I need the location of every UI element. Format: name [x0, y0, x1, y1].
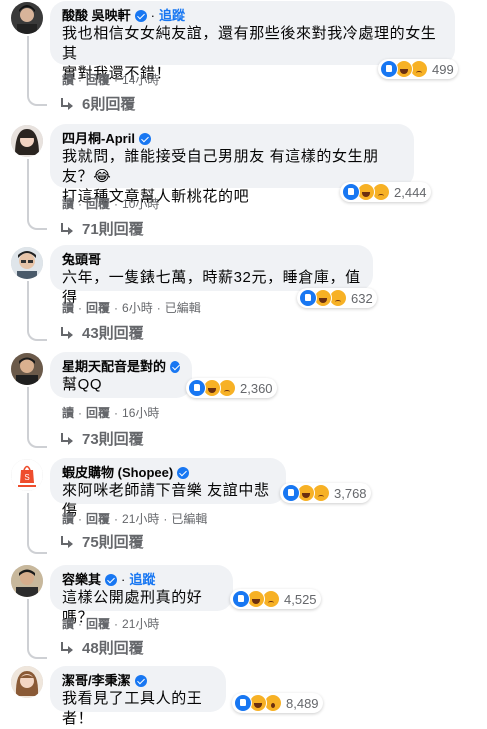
avatar[interactable] — [11, 247, 43, 279]
view-replies-link[interactable]: 73則回覆 — [60, 428, 144, 449]
comment-text-line: 我就問，誰能接受自己男朋友 有這樣的女生朋友？😂 — [62, 148, 379, 185]
reaction-count: 2,360 — [240, 380, 273, 396]
comment-text-line: 幫QQ — [62, 376, 103, 393]
reaction-count: 2,444 — [394, 184, 427, 200]
reaction-summary[interactable]: 3,768 — [280, 483, 371, 503]
comment-bubble: 四月桐-April 我就問，誰能接受自己男朋友 有這樣的女生朋友？😂 打這種文章… — [50, 124, 414, 205]
reply-arrow-icon — [60, 535, 74, 548]
avatar[interactable] — [11, 565, 43, 597]
like-action[interactable]: 讀 — [62, 617, 74, 631]
like-action[interactable]: 讀 — [62, 406, 74, 420]
edited-label: 已編輯 — [171, 512, 208, 526]
reaction-summary[interactable]: 499 — [378, 59, 458, 79]
like-icon — [342, 183, 360, 201]
comment-text-line: 我也相信女女純友誼，還有那些後來對我冷處理的女生其 — [62, 25, 437, 62]
like-icon — [234, 694, 252, 712]
reply-arrow-icon — [60, 432, 74, 445]
view-replies-link[interactable]: 71則回覆 — [60, 218, 144, 239]
like-action[interactable]: 讀 — [62, 197, 74, 211]
avatar[interactable]: S — [11, 459, 43, 491]
author-name[interactable]: 潔哥/李秉潔 — [62, 672, 131, 689]
timestamp[interactable]: 21小時 — [122, 617, 159, 631]
like-action[interactable]: 讀 — [62, 512, 74, 526]
view-replies-link[interactable]: 43則回覆 — [60, 322, 144, 343]
reaction-summary[interactable]: 8,489 — [232, 693, 323, 713]
verified-badge-icon — [134, 674, 147, 687]
reply-action[interactable]: 回覆 — [86, 617, 110, 631]
reply-arrow-icon — [60, 326, 74, 339]
verified-badge-icon — [105, 573, 118, 586]
timestamp[interactable]: 16小時 — [122, 406, 159, 420]
reply-action[interactable]: 回覆 — [86, 301, 110, 315]
view-replies-link[interactable]: 75則回覆 — [60, 531, 144, 552]
timestamp[interactable]: 14小時 — [122, 73, 159, 87]
comment-bubble: 兔頭哥 六年，一隻錶七萬，時薪32元，睡倉庫，值得 — [50, 245, 373, 306]
author-name[interactable]: 星期天配音是對的 — [62, 358, 166, 375]
reply-arrow-icon — [60, 641, 74, 654]
reaction-count: 4,525 — [284, 591, 317, 607]
reply-arrow-icon — [60, 97, 74, 110]
author-name[interactable]: 兔頭哥 — [62, 251, 101, 268]
svg-text:S: S — [24, 473, 29, 482]
avatar[interactable] — [11, 353, 43, 385]
like-icon — [188, 379, 206, 397]
author-name[interactable]: 四月桐-April — [62, 130, 135, 147]
verified-badge-icon — [170, 360, 180, 373]
like-action[interactable]: 讀 — [62, 73, 74, 87]
author-name[interactable]: 容樂其 — [62, 571, 101, 588]
reaction-summary[interactable]: 4,525 — [230, 589, 321, 609]
verified-badge-icon — [134, 9, 147, 22]
author-name[interactable]: 蝦皮購物 (Shopee) — [62, 464, 173, 481]
comment-text-line: 我看見了工具人的王者！ — [62, 690, 203, 727]
view-replies-link[interactable]: 6則回覆 — [60, 93, 135, 114]
avatar[interactable] — [11, 666, 43, 698]
timestamp[interactable]: 10小時 — [122, 197, 159, 211]
follow-button[interactable]: 追蹤 — [159, 7, 185, 24]
verified-badge-icon — [177, 466, 190, 479]
comment-bubble: 酸酸 吳映軒 · 追蹤 我也相信女女純友誼，還有那些後來對我冷處理的女生其 實對… — [50, 1, 455, 82]
verified-badge-icon — [138, 132, 151, 145]
avatar[interactable] — [11, 125, 43, 157]
reaction-summary[interactable]: 2,444 — [340, 182, 431, 202]
like-icon — [232, 590, 250, 608]
reaction-count: 632 — [351, 290, 373, 306]
like-action[interactable]: 讀 — [62, 301, 74, 315]
reaction-count: 499 — [432, 61, 454, 77]
avatar[interactable] — [11, 2, 43, 34]
timestamp[interactable]: 6小時 — [122, 301, 153, 315]
like-icon — [380, 60, 398, 78]
reaction-count: 8,489 — [286, 695, 319, 711]
comment-bubble: 蝦皮購物 (Shopee) 來阿咪老師請下音樂 友誼中悲傷 — [50, 458, 286, 519]
reply-action[interactable]: 回覆 — [86, 406, 110, 420]
follow-button[interactable]: 追蹤 — [129, 571, 155, 588]
author-name[interactable]: 酸酸 吳映軒 — [62, 7, 131, 24]
reaction-count: 3,768 — [334, 485, 367, 501]
edited-label: 已編輯 — [164, 301, 201, 315]
comment-bubble: 星期天配音是對的 幫QQ — [50, 352, 192, 398]
like-icon — [282, 484, 300, 502]
reaction-summary[interactable]: 632 — [297, 288, 377, 308]
comment-bubble: 潔哥/李秉潔 我看見了工具人的王者！ — [50, 666, 226, 727]
like-icon — [299, 289, 317, 307]
reply-action[interactable]: 回覆 — [86, 197, 110, 211]
reply-action[interactable]: 回覆 — [86, 73, 110, 87]
view-replies-link[interactable]: 48則回覆 — [60, 637, 144, 658]
reply-arrow-icon — [60, 222, 74, 235]
comment-bubble: 容樂其 · 追蹤 這樣公開處刑真的好嗎？ — [50, 565, 233, 626]
reaction-summary[interactable]: 2,360 — [186, 378, 277, 398]
reply-action[interactable]: 回覆 — [86, 512, 110, 526]
timestamp[interactable]: 21小時 — [122, 512, 159, 526]
